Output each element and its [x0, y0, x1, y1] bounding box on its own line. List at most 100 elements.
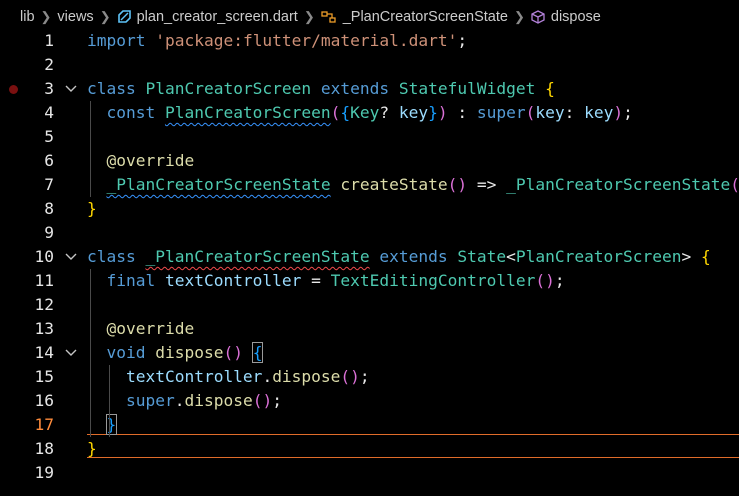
breadcrumb-file[interactable]: plan_creator_screen.dart	[137, 9, 298, 25]
code-line[interactable]: 18}	[0, 437, 739, 461]
code-token: textController	[87, 367, 263, 386]
code-line[interactable]: 16 super.dispose();	[0, 389, 739, 413]
code-line[interactable]: 13 @override	[0, 317, 739, 341]
code-token: class	[87, 247, 146, 266]
code-token: .	[262, 367, 273, 386]
line-number: 15	[34, 367, 55, 386]
code-text: @override	[87, 149, 194, 173]
line-number: 1	[44, 31, 54, 50]
code-token: dispose	[272, 367, 341, 386]
indent-guide	[109, 365, 110, 437]
code-line[interactable]: 4 const PlanCreatorScreen({Key? key}) : …	[0, 101, 739, 125]
code-line[interactable]: 14 void dispose() {	[0, 341, 739, 365]
line-number: 12	[34, 295, 55, 314]
code-editor[interactable]: 1 import 'package:flutter/material.dart';…	[0, 29, 739, 496]
code-line[interactable]: 1 import 'package:flutter/material.dart';	[0, 29, 739, 53]
code-token: @override	[87, 319, 195, 338]
code-token: _PlanCreatorScreenState	[506, 175, 731, 194]
line-number: 14	[34, 343, 55, 362]
code-token: StatefulWidget	[398, 79, 546, 98]
chevron-right-icon: ❯	[99, 9, 111, 24]
code-token: final	[87, 271, 165, 290]
line-number: 6	[44, 151, 54, 170]
fold-chevron-icon[interactable]	[64, 341, 78, 365]
code-text: final textController = TextEditingContro…	[87, 269, 565, 293]
code-token: (	[330, 103, 341, 122]
code-line[interactable]: 11 final textController = TextEditingCon…	[0, 269, 739, 293]
code-text: void dispose() {	[87, 341, 264, 365]
code-token: {	[545, 79, 555, 98]
code-line[interactable]: 19	[0, 461, 739, 485]
fold-chevron-icon[interactable]	[64, 245, 78, 269]
code-token: PlanCreatorScreen	[164, 103, 331, 122]
code-text: textController.dispose();	[87, 365, 370, 389]
code-token: ;	[359, 367, 370, 386]
code-line[interactable]: 8}	[0, 197, 739, 221]
code-token: 'package:flutter/material.dart'	[155, 31, 458, 50]
indent-guide	[90, 269, 91, 437]
code-token: dispose	[155, 343, 224, 362]
code-line[interactable]: 7 _PlanCreatorScreenState createState() …	[0, 173, 739, 197]
breadcrumb-lib[interactable]: lib	[20, 9, 35, 25]
code-token: ;	[272, 391, 282, 410]
code-token: {	[340, 103, 351, 122]
code-line[interactable]: 5	[0, 125, 739, 149]
code-token: _PlanCreatorScreenState	[106, 175, 331, 194]
line-number: 16	[34, 391, 55, 410]
code-token: import	[87, 31, 156, 50]
code-token: super	[476, 103, 526, 122]
dart-file-icon	[117, 10, 131, 24]
code-token: ()	[223, 343, 253, 362]
code-token: ;	[457, 31, 468, 50]
code-token: ;	[554, 271, 565, 290]
code-token: dispose	[184, 391, 253, 410]
code-token: :	[447, 103, 477, 122]
code-token: :	[564, 103, 585, 122]
breadcrumb-class[interactable]: _PlanCreatorScreenState	[343, 9, 508, 25]
line-number: 4	[44, 103, 54, 122]
code-token: ()	[535, 271, 555, 290]
code-token: {	[701, 247, 711, 266]
code-text: }	[87, 437, 97, 461]
line-number: 17	[34, 415, 55, 434]
code-token: void	[87, 343, 156, 362]
code-line[interactable]: 9	[0, 221, 739, 245]
code-line[interactable]: 15 textController.dispose();	[0, 365, 739, 389]
line-number: 2	[44, 55, 54, 74]
code-token: const	[87, 103, 165, 122]
code-token: PlanCreatorScreen	[515, 247, 682, 266]
code-token: TextEditingController	[330, 271, 536, 290]
code-line[interactable]: 17 }	[0, 413, 739, 437]
breadcrumb-views[interactable]: views	[57, 9, 93, 25]
code-text: const PlanCreatorScreen({Key? key}) : su…	[87, 101, 633, 125]
line-number: 9	[44, 223, 54, 242]
code-token: ()	[730, 175, 739, 194]
line-number: 11	[34, 271, 55, 290]
code-token: extends	[379, 247, 458, 266]
line-number: 7	[44, 175, 54, 194]
code-line[interactable]: 6 @override	[0, 149, 739, 173]
code-token: {	[251, 342, 264, 363]
fold-chevron-icon[interactable]	[64, 77, 78, 101]
code-line[interactable]: 2	[0, 53, 739, 77]
code-line[interactable]: 3 class PlanCreatorScreen extends Statefu…	[0, 77, 739, 101]
code-token: super	[87, 391, 175, 410]
breadcrumb-method[interactable]: dispose	[551, 9, 601, 25]
line-number: 8	[44, 199, 54, 218]
code-token: ;	[623, 103, 633, 122]
code-token: }	[87, 199, 97, 218]
code-token: textController	[164, 271, 302, 290]
code-token: key	[535, 103, 565, 122]
code-text: class _PlanCreatorScreenState extends St…	[87, 245, 711, 269]
breakpoint-icon[interactable]	[9, 85, 18, 94]
code-line[interactable]: 10 class _PlanCreatorScreenState extends …	[0, 245, 739, 269]
code-line[interactable]: 12	[0, 293, 739, 317]
code-token: <	[506, 247, 516, 266]
code-token: extends	[320, 79, 399, 98]
chevron-right-icon: ❯	[513, 9, 525, 24]
line-number: 13	[34, 319, 55, 338]
code-token: ()	[447, 175, 468, 194]
code-token: _PlanCreatorScreenState	[145, 247, 370, 266]
code-token: (	[525, 103, 536, 122]
line-number: 19	[34, 463, 55, 482]
